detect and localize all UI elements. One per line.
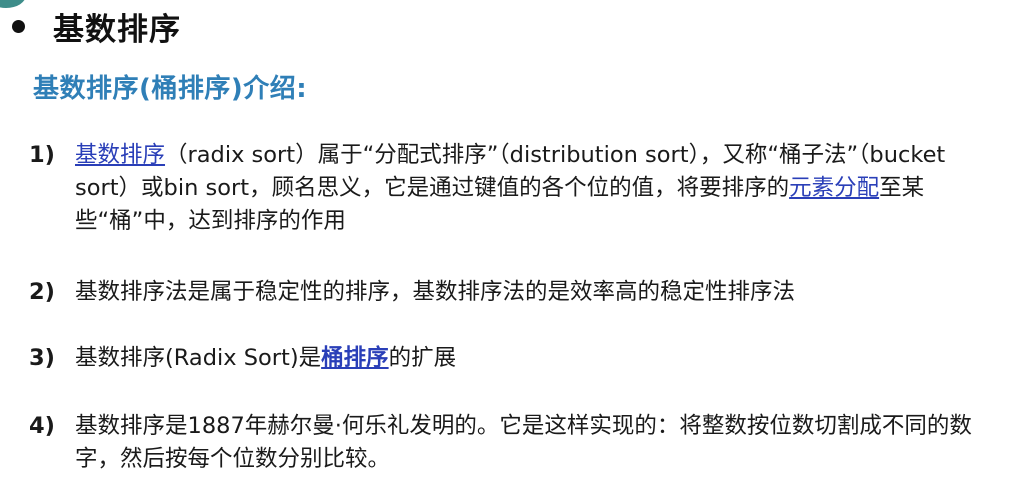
list-item-4: 4) 基数排序是1887年赫尔曼·何乐礼发明的。它是这样实现的：将整数按位数切割… — [29, 410, 995, 476]
list-item-2: 2) 基数排序法是属于稳定性的排序，基数排序法的是效率高的稳定性排序法 — [29, 276, 995, 309]
section-heading: 基数排序(桶排序)介绍: — [33, 74, 308, 104]
item-text: 的扩展 — [388, 345, 457, 371]
list-item-1: 1) 基数排序（radix sort）属于“分配式排序”（distributio… — [29, 139, 995, 238]
item-number: 1) — [29, 142, 55, 168]
title-row: 基数排序 — [10, 6, 181, 48]
list-item-3: 3) 基数排序(Radix Sort)是桶排序的扩展 — [29, 342, 995, 375]
item-number: 2) — [29, 279, 55, 305]
item-text: 基数排序(Radix Sort)是 — [75, 345, 322, 371]
link-radix-sort[interactable]: 基数排序 — [75, 142, 165, 168]
bullet-dot-icon — [12, 19, 25, 33]
item-text: 基数排序法是属于稳定性的排序，基数排序法的是效率高的稳定性排序法 — [75, 279, 796, 305]
item-body: 基数排序是1887年赫尔曼·何乐礼发明的。它是这样实现的：将整数按位数切割成不同… — [75, 410, 995, 476]
item-number: 4) — [29, 413, 55, 439]
link-bucket-sort[interactable]: 桶排序 — [321, 345, 389, 371]
item-text: 基数排序是1887年赫尔曼·何乐礼发明的。它是这样实现的：将整数按位数切割成不同… — [75, 413, 972, 472]
item-body: 基数排序(Radix Sort)是桶排序的扩展 — [75, 342, 995, 375]
item-body: 基数排序（radix sort）属于“分配式排序”（distribution s… — [75, 139, 995, 238]
link-element-distribution[interactable]: 元素分配 — [789, 175, 879, 201]
item-number: 3) — [29, 345, 55, 371]
item-body: 基数排序法是属于稳定性的排序，基数排序法的是效率高的稳定性排序法 — [75, 276, 995, 309]
page-title: 基数排序 — [53, 11, 181, 48]
